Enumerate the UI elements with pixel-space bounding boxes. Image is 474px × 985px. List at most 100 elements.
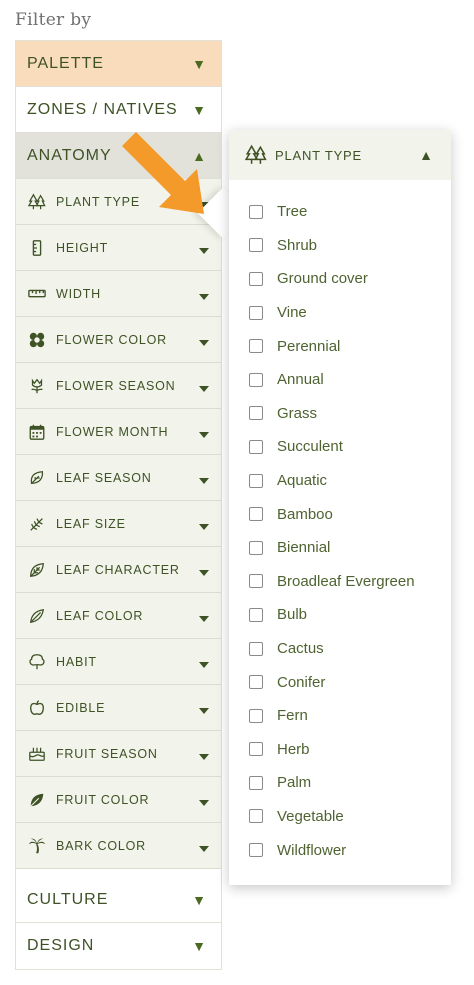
chevron-down-icon — [199, 523, 209, 530]
chevron-down-icon — [199, 615, 209, 622]
leaf-outline-icon — [27, 468, 47, 488]
anatomy-item-habit[interactable]: HABIT — [16, 639, 221, 685]
option-biennial[interactable]: Biennial — [249, 531, 415, 565]
checkbox[interactable] — [249, 843, 263, 858]
plant-type-panel-header[interactable]: PLANT TYPE ▲ — [229, 130, 451, 180]
option-tree[interactable]: Tree — [249, 195, 415, 229]
anatomy-item-label: PLANT TYPE — [56, 194, 140, 209]
option-palm[interactable]: Palm — [249, 766, 415, 800]
checkbox[interactable] — [249, 339, 263, 354]
option-bulb[interactable]: Bulb — [249, 598, 415, 632]
anatomy-item-leaf-season[interactable]: LEAF SEASON — [16, 455, 221, 501]
chevron-down-icon — [199, 293, 209, 300]
triangle-down-icon: ▼ — [192, 101, 207, 118]
anatomy-item-plant-type[interactable]: PLANT TYPE — [16, 179, 221, 225]
anatomy-item-leaf-color[interactable]: LEAF COLOR — [16, 593, 221, 639]
option-vegetable[interactable]: Vegetable — [249, 800, 415, 834]
anatomy-item-leaf-size[interactable]: LEAF SIZE — [16, 501, 221, 547]
chevron-down-icon — [199, 477, 209, 484]
anatomy-item-label: HABIT — [56, 654, 97, 669]
checkbox[interactable] — [249, 271, 263, 286]
option-label: Annual — [277, 371, 324, 389]
anatomy-item-edible[interactable]: EDIBLE — [16, 685, 221, 731]
option-annual[interactable]: Annual — [249, 363, 415, 397]
cake-icon — [27, 744, 47, 764]
option-herb[interactable]: Herb — [249, 733, 415, 767]
option-label: Broadleaf Evergreen — [277, 572, 415, 590]
checkbox[interactable] — [249, 305, 263, 320]
section-design-label: DESIGN — [27, 937, 95, 954]
section-anatomy[interactable]: ANATOMY ▲ — [16, 133, 221, 179]
section-palette[interactable]: PALETTE ▼ — [16, 41, 221, 87]
option-fern[interactable]: Fern — [249, 699, 415, 733]
tree-outline-icon — [27, 652, 47, 672]
triangle-down-icon: ▼ — [192, 938, 207, 954]
anatomy-item-width[interactable]: WIDTH — [16, 271, 221, 317]
option-label: Herb — [277, 740, 310, 758]
checkbox[interactable] — [249, 607, 263, 622]
anatomy-item-flower-month[interactable]: FLOWER MONTH — [16, 409, 221, 455]
checkbox[interactable] — [249, 540, 263, 555]
option-vine[interactable]: Vine — [249, 296, 415, 330]
anatomy-item-flower-color[interactable]: FLOWER COLOR — [16, 317, 221, 363]
anatomy-item-bark-color[interactable]: BARK COLOR — [16, 823, 221, 869]
option-label: Biennial — [277, 539, 331, 557]
checkbox[interactable] — [249, 507, 263, 522]
option-perennial[interactable]: Perennial — [249, 329, 415, 363]
anatomy-item-leaf-character[interactable]: LEAF CHARACTER — [16, 547, 221, 593]
anatomy-item-label: EDIBLE — [56, 700, 106, 715]
checkbox[interactable] — [249, 641, 263, 656]
option-cactus[interactable]: Cactus — [249, 632, 415, 666]
option-label: Cactus — [277, 640, 324, 658]
option-label: Perennial — [277, 337, 341, 355]
checkbox[interactable] — [249, 675, 263, 690]
option-grass[interactable]: Grass — [249, 397, 415, 431]
anatomy-item-label: FRUIT COLOR — [56, 792, 150, 807]
anatomy-item-label: FRUIT SEASON — [56, 746, 158, 761]
option-aquatic[interactable]: Aquatic — [249, 464, 415, 498]
section-culture[interactable]: CULTURE ▼ — [16, 877, 221, 923]
option-wildflower[interactable]: Wildflower — [249, 833, 415, 867]
option-conifer[interactable]: Conifer — [249, 665, 415, 699]
option-label: Aquatic — [277, 472, 328, 490]
option-label: Shrub — [277, 236, 318, 254]
option-ground-cover[interactable]: Ground cover — [249, 262, 415, 296]
plant-type-options: Tree Shrub Ground cover Vine Perennial A… — [249, 195, 415, 867]
triangle-up-icon: ▲ — [419, 147, 433, 163]
checkbox[interactable] — [249, 775, 263, 790]
section-zones-label: ZONES / NATIVES — [27, 100, 178, 118]
anatomy-item-label: WIDTH — [56, 286, 101, 301]
option-bamboo[interactable]: Bamboo — [249, 497, 415, 531]
plant-type-popover: PLANT TYPE ▲ Tree Shrub Ground cover Vin… — [229, 130, 451, 885]
option-succulent[interactable]: Succulent — [249, 430, 415, 464]
palm-icon — [27, 836, 47, 856]
anatomy-item-label: LEAF COLOR — [56, 608, 144, 623]
checkbox[interactable] — [249, 809, 263, 824]
anatomy-item-height[interactable]: HEIGHT — [16, 225, 221, 271]
checkbox[interactable] — [249, 742, 263, 757]
option-shrub[interactable]: Shrub — [249, 229, 415, 263]
anatomy-item-flower-season[interactable]: FLOWER SEASON — [16, 363, 221, 409]
apple-icon — [27, 698, 47, 718]
checkbox[interactable] — [249, 204, 263, 219]
checkbox[interactable] — [249, 238, 263, 253]
option-broadleaf-evergreen[interactable]: Broadleaf Evergreen — [249, 565, 415, 599]
option-label: Grass — [277, 404, 318, 422]
anatomy-item-label: LEAF CHARACTER — [56, 562, 180, 577]
section-zones-natives[interactable]: ZONES / NATIVES ▼ — [16, 87, 221, 133]
anatomy-item-fruit-season[interactable]: FRUIT SEASON — [16, 731, 221, 777]
checkbox[interactable] — [249, 439, 263, 454]
ruler-icon — [27, 284, 47, 304]
checkbox[interactable] — [249, 708, 263, 723]
anatomy-item-fruit-color[interactable]: FRUIT COLOR — [16, 777, 221, 823]
section-design[interactable]: DESIGN ▼ — [16, 923, 221, 969]
checkbox[interactable] — [249, 574, 263, 589]
leaf-vein-icon — [27, 560, 47, 580]
checkbox[interactable] — [249, 406, 263, 421]
checkbox[interactable] — [249, 372, 263, 387]
option-label: Conifer — [277, 673, 326, 691]
checkbox[interactable] — [249, 473, 263, 488]
chevron-down-icon — [199, 339, 209, 346]
option-label: Vegetable — [277, 807, 344, 825]
option-label: Palm — [277, 774, 312, 792]
